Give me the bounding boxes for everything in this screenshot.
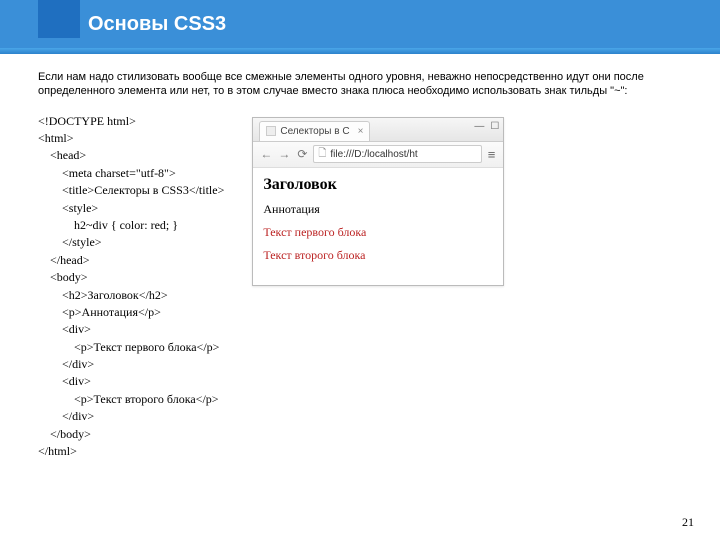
address-bar[interactable]: 🗋 file:///D:/localhost/ht <box>313 145 481 163</box>
main-row: <!DOCTYPE html> <html> <head> <meta char… <box>38 113 688 461</box>
rendered-block1: Текст первого блока <box>263 225 493 240</box>
intro-text: Если нам надо стилизовать вообще все сме… <box>38 70 678 99</box>
rendered-block2: Текст второго блока <box>263 248 493 263</box>
page-icon: 🗋 <box>318 146 326 163</box>
arrow-left-icon: ← <box>260 147 272 161</box>
reload-icon: ⟳ <box>297 147 307 161</box>
rendered-annotation: Аннотация <box>263 202 493 217</box>
forward-button[interactable]: → <box>277 147 291 161</box>
arrow-right-icon: → <box>278 147 290 161</box>
back-button[interactable]: ← <box>259 147 273 161</box>
reload-button[interactable]: ⟳ <box>295 147 309 161</box>
maximize-icon[interactable]: ☐ <box>490 121 499 132</box>
rendered-heading: Заголовок <box>263 176 493 194</box>
slide-header: Основы CSS3 <box>0 0 720 48</box>
menu-button[interactable]: ≡ <box>486 147 498 162</box>
favicon-icon <box>266 126 276 136</box>
url-text: file:///D:/localhost/ht <box>330 149 417 160</box>
page-number: 21 <box>682 515 694 530</box>
code-block: <!DOCTYPE html> <html> <head> <meta char… <box>38 113 224 461</box>
slide-title: Основы CSS3 <box>88 13 226 36</box>
close-icon[interactable]: × <box>358 126 364 137</box>
rendered-page: Заголовок Аннотация Текст первого блока … <box>253 168 503 285</box>
hamburger-icon: ≡ <box>488 147 496 162</box>
minimize-icon[interactable]: — <box>474 121 484 132</box>
browser-tabbar: Селекторы в С × — ☐ <box>253 118 503 142</box>
header-accent-block <box>38 0 80 38</box>
browser-tab[interactable]: Селекторы в С × <box>259 121 370 141</box>
slide-content: Если нам надо стилизовать вообще все сме… <box>0 54 720 460</box>
browser-window: Селекторы в С × — ☐ ← → ⟳ 🗋 file:///D:/l… <box>252 117 504 286</box>
tab-title: Селекторы в С <box>280 126 349 137</box>
browser-toolbar: ← → ⟳ 🗋 file:///D:/localhost/ht ≡ <box>253 142 503 168</box>
window-controls: — ☐ <box>474 121 499 132</box>
